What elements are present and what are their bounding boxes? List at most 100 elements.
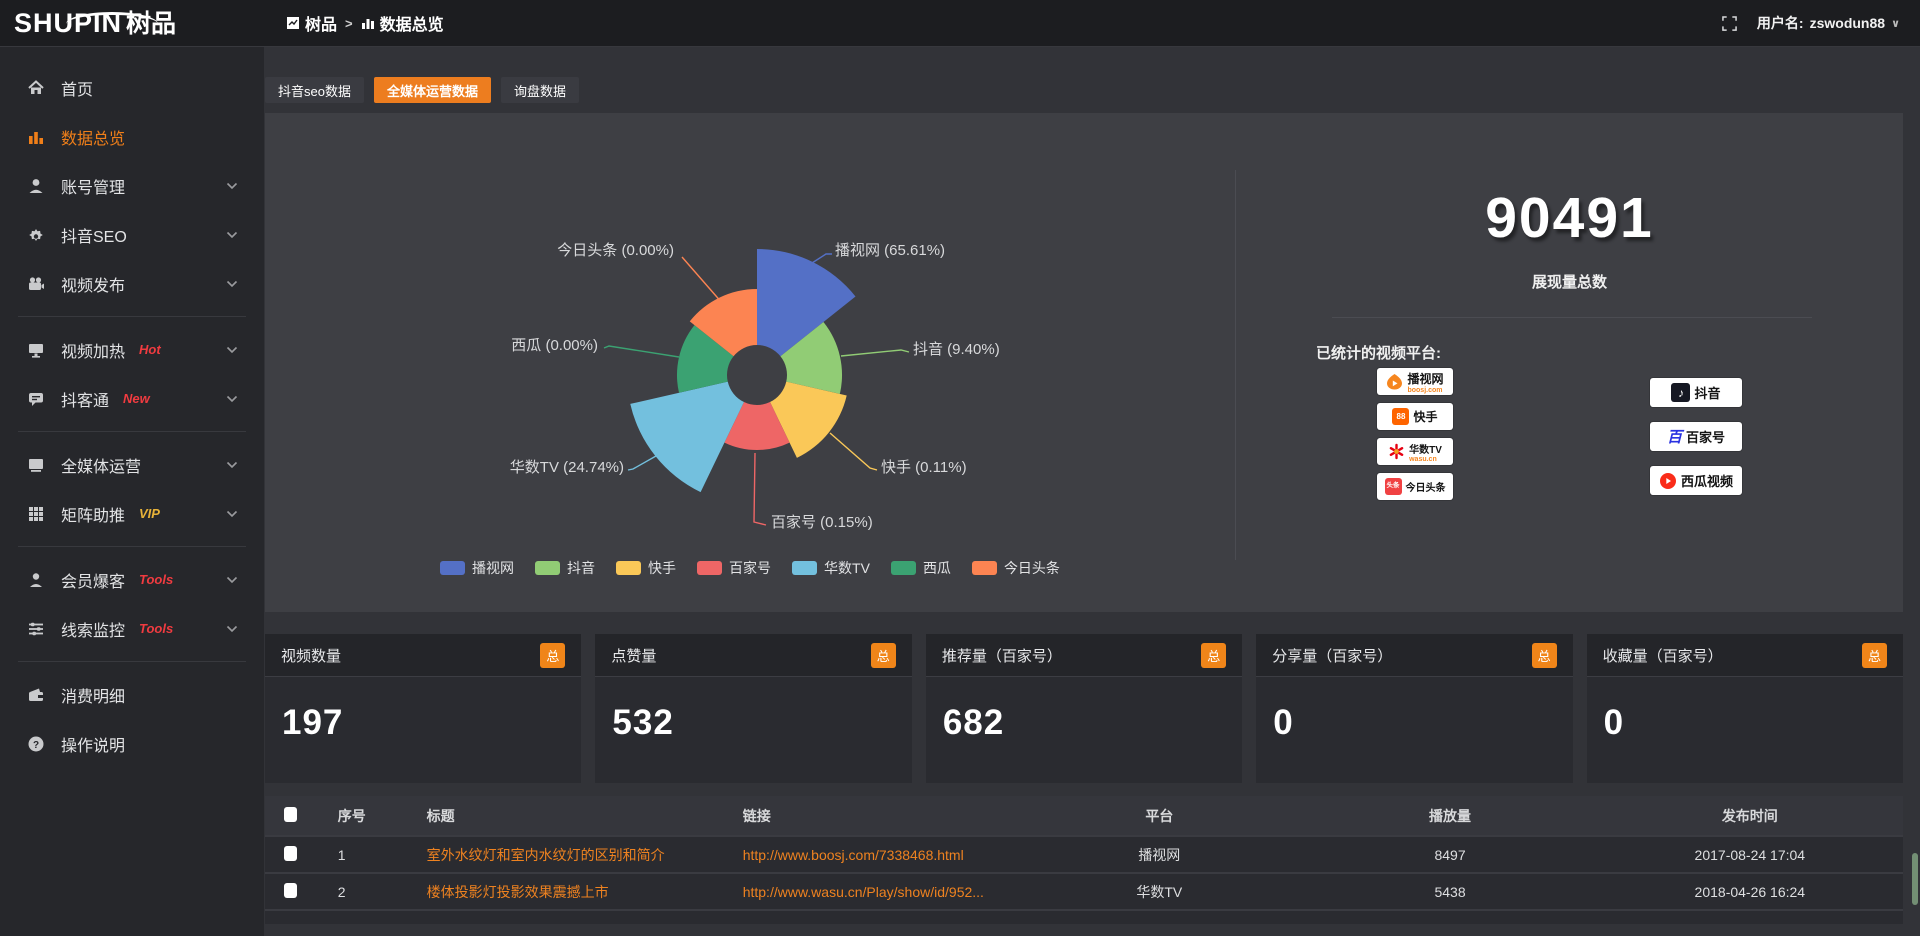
legend-item-抖音[interactable]: 抖音 <box>535 558 595 578</box>
legend-label: 华数TV <box>824 558 870 578</box>
col-header-time: 发布时间 <box>1597 796 1903 836</box>
stat-card-title: 视频数量 <box>281 645 341 666</box>
total-badge[interactable]: 总 <box>871 643 896 668</box>
legend-label: 播视网 <box>472 558 514 578</box>
cell-url-link[interactable]: http://www.wasu.cn/Play/show/id/952... <box>719 873 1015 910</box>
legend-swatch <box>535 561 560 575</box>
tab-抖音seo数据[interactable]: 抖音seo数据 <box>265 77 364 103</box>
legend-item-今日头条[interactable]: 今日头条 <box>972 558 1060 578</box>
total-badge[interactable]: 总 <box>1862 643 1887 668</box>
pie-label-播视网: 播视网 (65.61%) <box>835 242 945 259</box>
sidebar-item-抖客通[interactable]: 抖客通New <box>0 374 264 423</box>
legend-item-西瓜[interactable]: 西瓜 <box>891 558 951 578</box>
pie-label-line <box>682 257 723 304</box>
breadcrumb-label: 树品 <box>305 11 337 35</box>
pie-label-line <box>841 350 909 356</box>
sidebar-item-数据总览[interactable]: 数据总览 <box>0 112 264 161</box>
app-logo: SHUPIN 树品 <box>0 10 264 37</box>
cell-no: 1 <box>316 836 403 873</box>
stat-card-header: 分享量（百家号）总 <box>1256 634 1572 677</box>
stat-card-value: 682 <box>926 677 1242 743</box>
legend-item-百家号[interactable]: 百家号 <box>697 558 771 578</box>
platform-badge-百家号[interactable]: 百百家号 <box>1650 422 1742 451</box>
platform-badge-播视网[interactable]: 播视网boosj.com <box>1377 368 1453 395</box>
chevron-down-icon <box>226 275 238 293</box>
sidebar-item-矩阵助推[interactable]: 矩阵助推VIP <box>0 489 264 538</box>
stat-card-value: 0 <box>1256 677 1572 743</box>
row-checkbox[interactable] <box>284 883 297 898</box>
sidebar-item-线索监控[interactable]: 线索监控Tools <box>0 604 264 653</box>
douyin-logo-icon: ♪ <box>1671 383 1690 402</box>
top-bar: SHUPIN 树品 树品 > 数据总览 用户名: zswodun88 ∨ <box>0 0 1920 47</box>
tab-询盘数据[interactable]: 询盘数据 <box>501 77 579 103</box>
row-checkbox[interactable] <box>284 846 297 861</box>
sidebar-item-首页[interactable]: 首页 <box>0 63 264 112</box>
sidebar-item-视频加热[interactable]: 视频加热Hot <box>0 325 264 374</box>
pie-label-line <box>754 453 766 525</box>
sidebar-item-视频发布[interactable]: 视频发布 <box>0 259 264 308</box>
breadcrumb-separator: > <box>345 16 353 31</box>
platform-badge-西瓜视频[interactable]: 西瓜视频 <box>1650 466 1742 495</box>
platform-name: 今日头条 <box>1406 479 1446 494</box>
platform-badge-今日头条[interactable]: 头条今日头条 <box>1377 473 1453 500</box>
col-header-title: 标题 <box>403 796 719 836</box>
sidebar-item-label: 线索监控 <box>61 617 125 641</box>
legend-swatch <box>440 561 465 575</box>
select-all-checkbox[interactable] <box>284 807 297 822</box>
pie-slice-华数TV[interactable] <box>630 382 744 492</box>
videos-table: 序号 标题 链接 平台 播放量 发布时间 1室外水纹灯和室内水纹灯的区别和简介h… <box>265 796 1903 924</box>
legend-item-华数TV[interactable]: 华数TV <box>792 558 870 578</box>
platform-badge-华数TV[interactable]: 华数TVwasu.cn <box>1377 438 1453 465</box>
sidebar-item-会员爆客[interactable]: 会员爆客Tools <box>0 555 264 604</box>
fullscreen-icon[interactable] <box>1722 16 1737 31</box>
sidebar-item-账号管理[interactable]: 账号管理 <box>0 161 264 210</box>
sidebar-item-label: 抖音SEO <box>61 223 127 247</box>
platform-name: 百家号 <box>1686 427 1725 446</box>
cell-plays: 5438 <box>1303 873 1596 910</box>
user-menu[interactable]: 用户名: zswodun88 ∨ <box>1757 13 1900 33</box>
member-icon <box>26 571 46 589</box>
cell-no: 2 <box>316 873 403 910</box>
table-row-partial <box>265 910 1903 924</box>
cell-title-link[interactable]: 楼体投影灯投影效果震撼上市 <box>403 873 719 910</box>
chevron-down-icon <box>226 390 238 408</box>
breadcrumb-item-home[interactable]: 树品 <box>286 11 337 35</box>
total-badge[interactable]: 总 <box>540 643 565 668</box>
total-badge[interactable]: 总 <box>1532 643 1557 668</box>
chevron-down-icon <box>226 620 238 638</box>
stat-card-header: 推荐量（百家号）总 <box>926 634 1242 677</box>
cell-url-link[interactable]: http://www.boosj.com/7338468.html <box>719 836 1015 873</box>
pie-slice-快手[interactable] <box>770 382 847 458</box>
stat-card-视频数量: 视频数量总197 <box>265 634 581 783</box>
sidebar-item-全媒体运营[interactable]: 全媒体运营 <box>0 440 264 489</box>
tab-全媒体运营数据[interactable]: 全媒体运营数据 <box>374 77 491 103</box>
platform-badge-抖音[interactable]: ♪抖音 <box>1650 378 1742 407</box>
sidebar-item-消费明细[interactable]: 消费明细 <box>0 670 264 719</box>
stat-cards-row: 视频数量总197点赞量总532推荐量（百家号）总682分享量（百家号）总0收藏量… <box>265 634 1903 783</box>
bar-chart-icon <box>26 128 46 146</box>
cell-time: 2017-08-24 17:04 <box>1597 836 1903 873</box>
sidebar-item-label: 会员爆客 <box>61 568 125 592</box>
sidebar-item-label: 视频发布 <box>61 272 125 296</box>
home-icon <box>26 79 46 97</box>
platform-badge-快手[interactable]: 88快手 <box>1377 403 1453 430</box>
pie-label-line <box>812 254 832 263</box>
rose-pie-chart[interactable]: 播视网 (65.61%)抖音 (9.40%)快手 (0.11%)百家号 (0.1… <box>265 113 1235 553</box>
breadcrumb: 树品 > 数据总览 <box>286 11 444 35</box>
sidebar-item-操作说明[interactable]: ?操作说明 <box>0 719 264 768</box>
stat-card-点赞量: 点赞量总532 <box>595 634 911 783</box>
sidebar-item-label: 抖客通 <box>61 387 109 411</box>
breadcrumb-item-current[interactable]: 数据总览 <box>361 11 444 35</box>
total-badge[interactable]: 总 <box>1201 643 1226 668</box>
sidebar-item-抖音SEO[interactable]: 抖音SEO <box>0 210 264 259</box>
cell-title-link[interactable]: 室外水纹灯和室内水纹灯的区别和简介 <box>403 836 719 873</box>
stat-card-title: 点赞量 <box>611 645 656 666</box>
legend-label: 抖音 <box>567 558 595 578</box>
scrollbar-thumb[interactable] <box>1912 853 1918 905</box>
chevron-down-icon <box>226 177 238 195</box>
legend-item-播视网[interactable]: 播视网 <box>440 558 514 578</box>
platforms-label: 已统计的视频平台: <box>1316 342 1441 363</box>
legend-item-快手[interactable]: 快手 <box>616 558 676 578</box>
platform-name: 华数TVwasu.cn <box>1409 441 1442 463</box>
cell-plays: 8497 <box>1303 836 1596 873</box>
